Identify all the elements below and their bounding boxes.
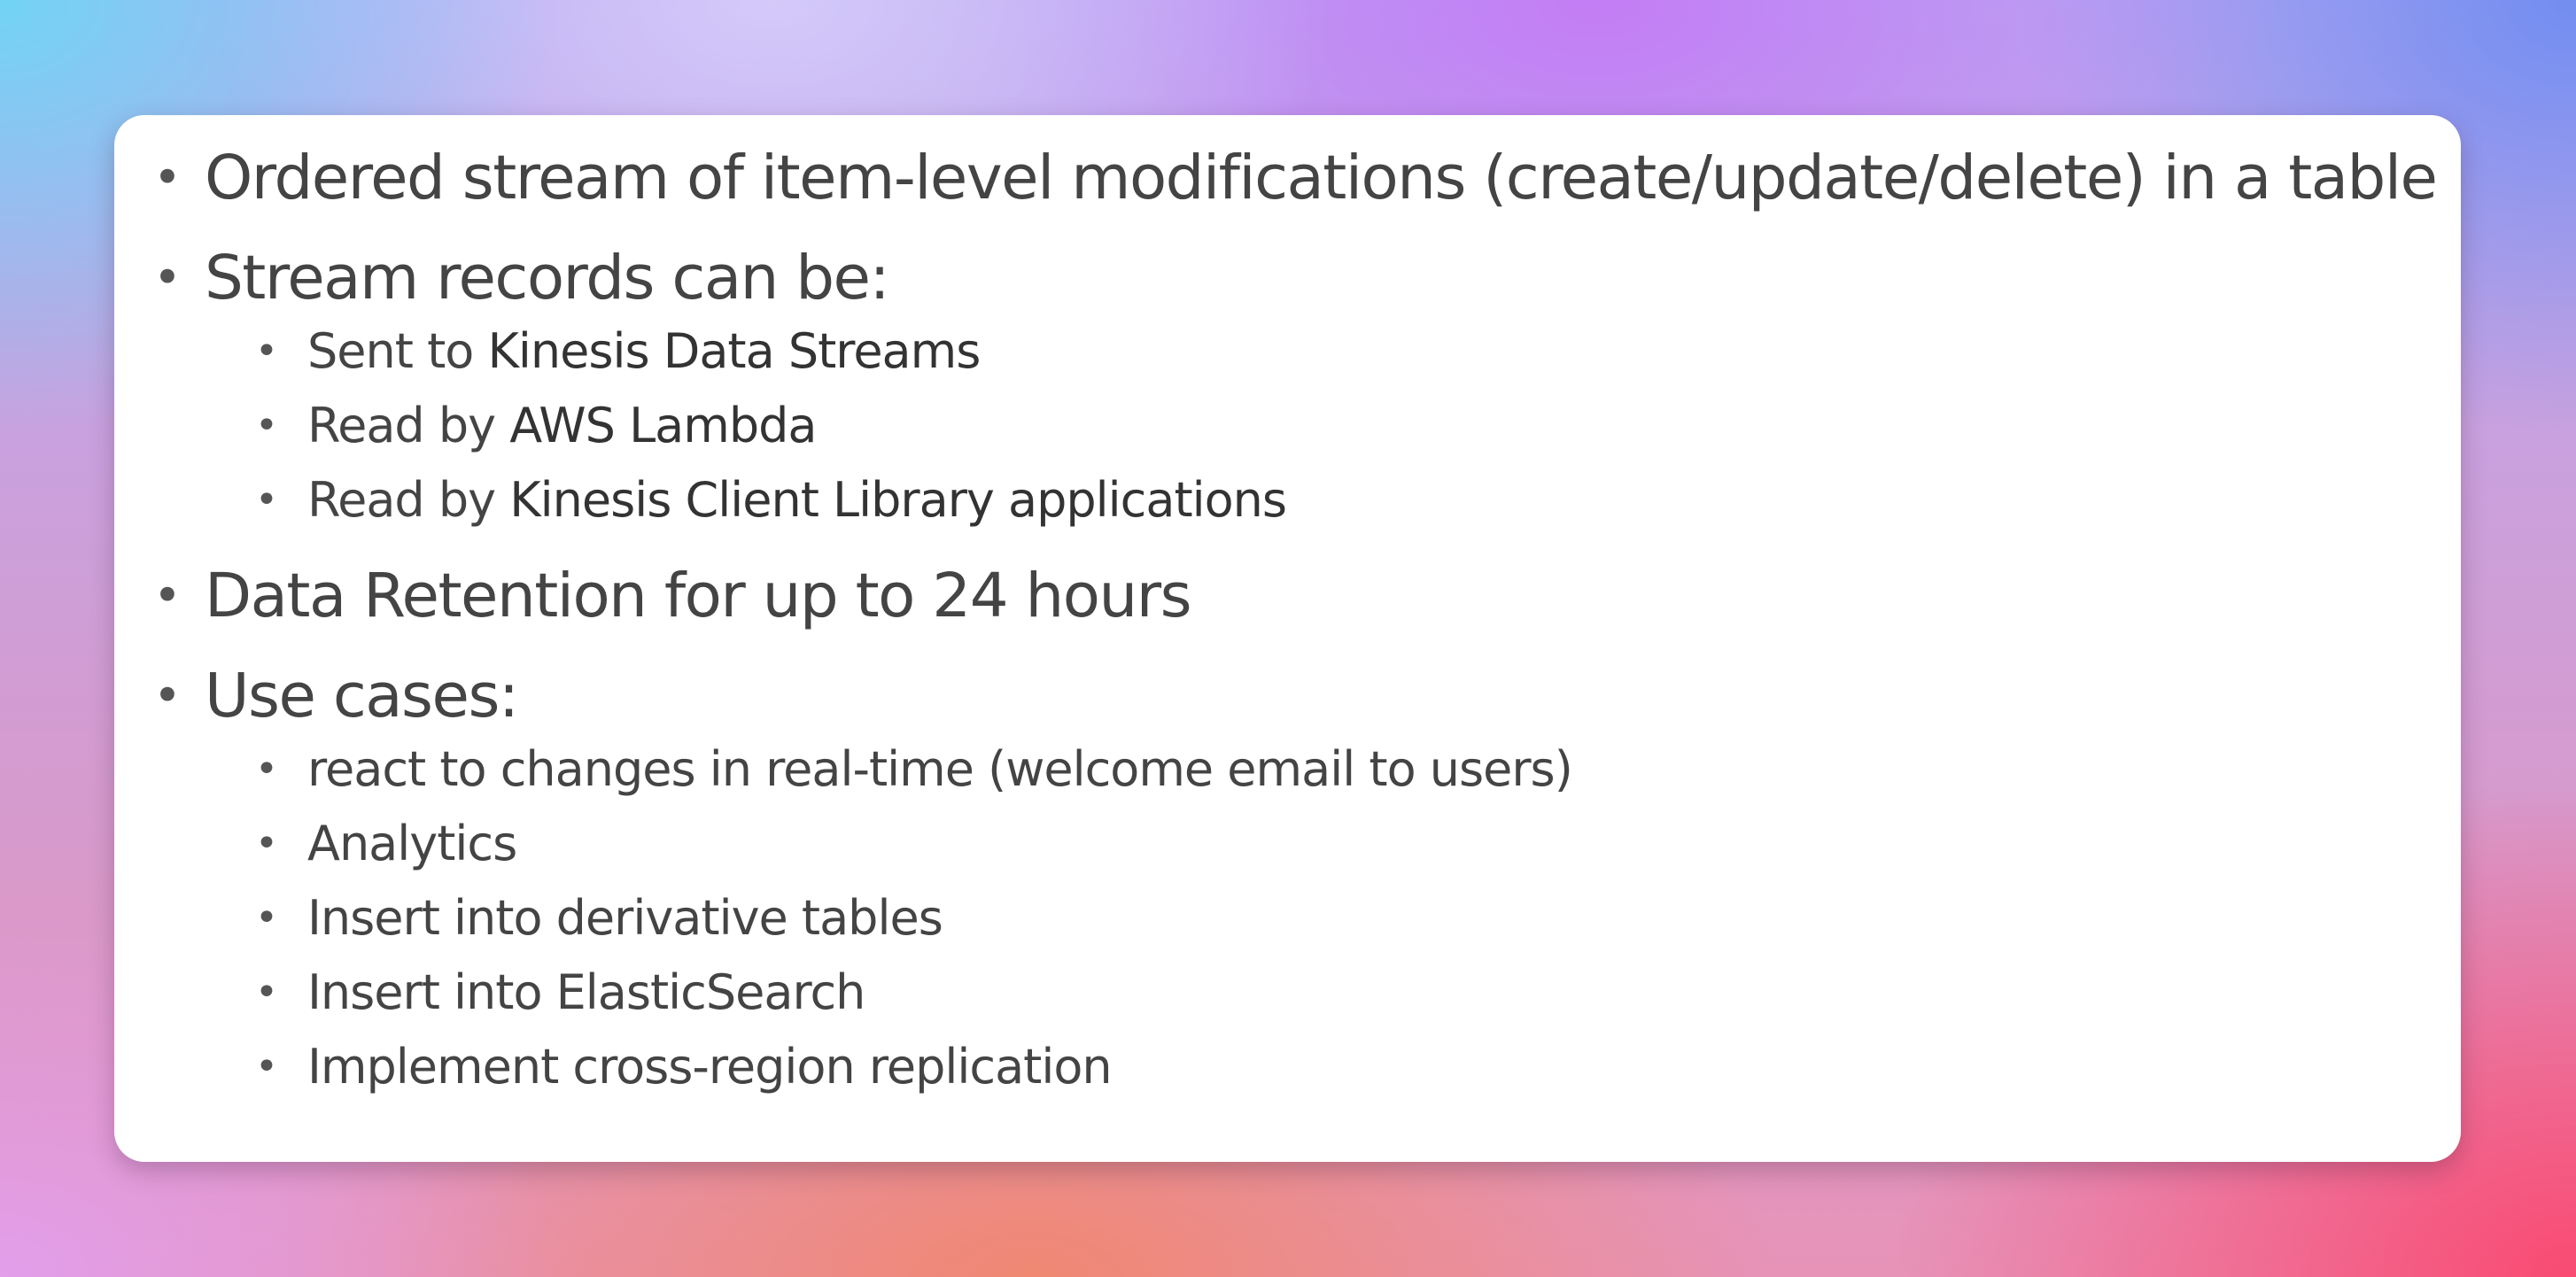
bullet-item-ordered-stream: Ordered stream of item-level modificatio… bbox=[114, 136, 2461, 220]
slide-card: Ordered stream of item-level modificatio… bbox=[114, 115, 2461, 1162]
sub-bullet-text: Insert into derivative tables bbox=[307, 890, 943, 946]
sub-bullet-item: Insert into ElasticSearch bbox=[114, 956, 2461, 1030]
sub-bullet-item: Insert into derivative tables bbox=[114, 881, 2461, 956]
sub-bullet-item: Analytics bbox=[114, 807, 2461, 881]
sub-bullet-text: react to changes in real-time (welcome e… bbox=[307, 741, 1573, 797]
bullet-text: Data Retention for up to 24 hours bbox=[205, 561, 1192, 631]
sub-bullet-item: Read by AWS Lambda bbox=[114, 389, 2461, 463]
sub-bullet-item: Implement cross-region replication bbox=[114, 1030, 2461, 1104]
sub-bullet-item: react to changes in real-time (welcome e… bbox=[114, 732, 2461, 807]
bullet-list: Ordered stream of item-level modificatio… bbox=[114, 136, 2461, 1104]
sub-bullet-prefix: Sent to bbox=[307, 323, 488, 379]
sub-bullet-item: Read by Kinesis Client Library applicati… bbox=[114, 463, 2461, 538]
sub-bullet-text: Implement cross-region replication bbox=[307, 1039, 1113, 1095]
sub-bullet-list: Sent to Kinesis Data Streams Read by AWS… bbox=[205, 314, 2461, 538]
sub-bullet-prefix: Read by bbox=[307, 472, 510, 528]
bullet-item-use-cases: Use cases: react to changes in real-time… bbox=[114, 654, 2461, 1104]
bullet-item-data-retention: Data Retention for up to 24 hours bbox=[114, 554, 2461, 638]
bullet-item-stream-records: Stream records can be: Sent to Kinesis D… bbox=[114, 236, 2461, 538]
bullet-text: Stream records can be: bbox=[205, 243, 890, 313]
sub-bullet-highlight: AWS Lambda bbox=[509, 398, 817, 453]
sub-bullet-text: Analytics bbox=[307, 816, 517, 871]
sub-bullet-highlight: Kinesis Data Streams bbox=[487, 323, 981, 379]
sub-bullet-text: Insert into ElasticSearch bbox=[307, 964, 865, 1020]
bullet-text: Ordered stream of item-level modificatio… bbox=[205, 143, 2438, 213]
bullet-text: Use cases: bbox=[205, 661, 519, 731]
sub-bullet-prefix: Read by bbox=[307, 398, 510, 453]
sub-bullet-list: react to changes in real-time (welcome e… bbox=[205, 732, 2461, 1104]
sub-bullet-item: Sent to Kinesis Data Streams bbox=[114, 314, 2461, 389]
sub-bullet-highlight: Kinesis Client Library applications bbox=[509, 472, 1287, 528]
